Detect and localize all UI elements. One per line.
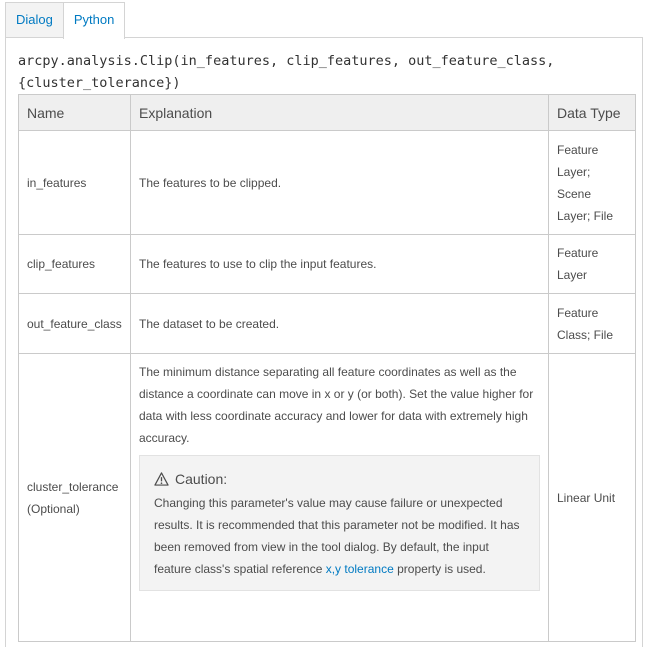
table-row: cluster_tolerance (Optional) The minimum… bbox=[18, 353, 636, 642]
table-row: clip_features The features to use to cli… bbox=[18, 234, 636, 294]
param-optional-note: (Optional) bbox=[27, 501, 80, 516]
caution-note: Caution: Changing this parameter's value… bbox=[139, 455, 540, 591]
warning-icon bbox=[154, 472, 175, 486]
param-explanation: The dataset to be created. bbox=[130, 293, 549, 354]
tab-dialog[interactable]: Dialog bbox=[5, 2, 64, 37]
param-name-cell: cluster_tolerance (Optional) bbox=[18, 353, 131, 642]
tab-python[interactable]: Python bbox=[62, 2, 126, 39]
column-header-data-type: Data Type bbox=[548, 94, 636, 131]
param-data-type: Linear Unit bbox=[548, 353, 636, 642]
column-header-name: Name bbox=[18, 94, 131, 131]
table-row: out_feature_class The dataset to be crea… bbox=[18, 293, 636, 354]
param-explanation: The features to be clipped. bbox=[130, 130, 549, 235]
param-name: in_features bbox=[18, 130, 131, 235]
param-data-type: Feature Layer; Scene Layer; File bbox=[548, 130, 636, 235]
table-row: in_features The features to be clipped. … bbox=[18, 130, 636, 235]
column-header-explanation: Explanation bbox=[130, 94, 549, 131]
param-name: out_feature_class bbox=[18, 293, 131, 354]
table-header-row: Name Explanation Data Type bbox=[18, 94, 636, 131]
param-data-type: Feature Class; File bbox=[548, 293, 636, 354]
param-explanation: The features to use to clip the input fe… bbox=[130, 234, 549, 294]
tab-bar: Dialog Python bbox=[5, 2, 126, 39]
caution-text-after-link: property is used. bbox=[393, 562, 486, 576]
param-name: cluster_tolerance bbox=[27, 479, 119, 494]
param-data-type: Feature Layer bbox=[548, 234, 636, 294]
python-panel: arcpy.analysis.Clip(in_features, clip_fe… bbox=[5, 37, 643, 647]
caution-text: Changing this parameter's value may caus… bbox=[154, 492, 525, 580]
param-explanation: The minimum distance separating all feat… bbox=[139, 365, 534, 445]
function-signature: arcpy.analysis.Clip(in_features, clip_fe… bbox=[18, 53, 555, 91]
param-name: clip_features bbox=[18, 234, 131, 294]
param-explanation-cell: The minimum distance separating all feat… bbox=[130, 353, 549, 642]
caution-title: Caution: bbox=[154, 468, 525, 490]
xy-tolerance-link[interactable]: x,y tolerance bbox=[326, 562, 394, 576]
parameters-table: Name Explanation Data Type in_features T… bbox=[18, 94, 636, 642]
caution-title-text: Caution: bbox=[175, 471, 228, 487]
